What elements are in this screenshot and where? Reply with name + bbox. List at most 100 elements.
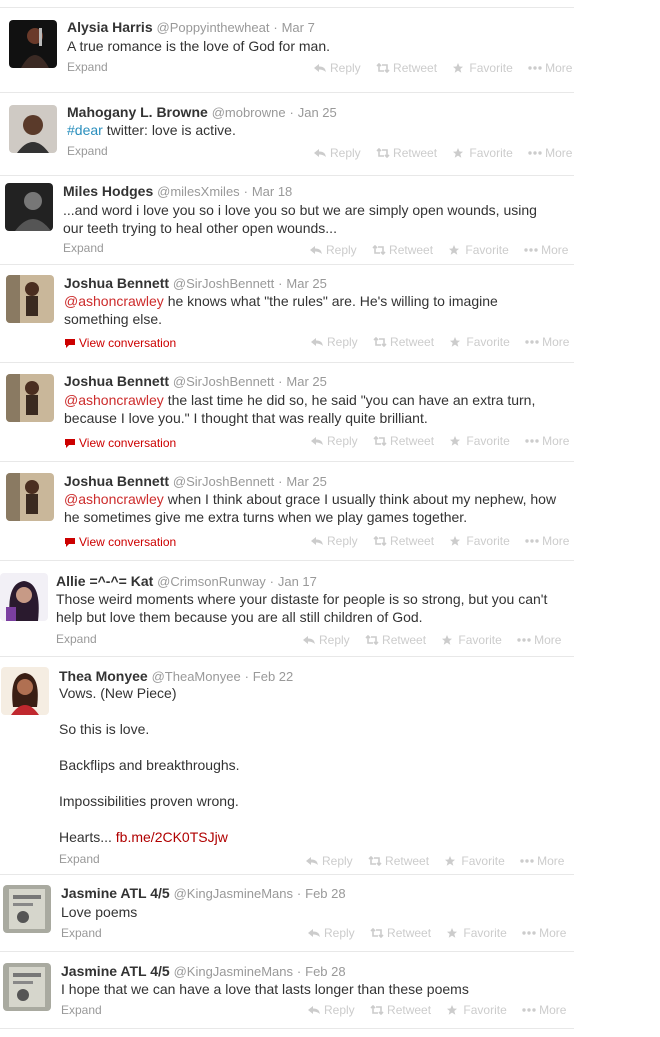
reply-button[interactable]: Reply	[313, 61, 361, 75]
tweet[interactable]: Mahogany L. Browne @mobrowne · Jan 25 #d…	[0, 93, 574, 176]
more-button[interactable]: More	[525, 335, 569, 349]
expand-link[interactable]: Expand	[56, 632, 97, 646]
avatar[interactable]	[1, 667, 49, 715]
user-name[interactable]: Mahogany L. Browne	[67, 104, 208, 120]
view-conversation-link[interactable]: View conversation	[64, 535, 176, 549]
avatar[interactable]	[3, 885, 51, 933]
avatar[interactable]	[6, 275, 54, 323]
more-button[interactable]: More	[525, 534, 569, 548]
avatar[interactable]	[0, 573, 48, 621]
user-name[interactable]: Joshua Bennett	[64, 373, 169, 389]
tweet[interactable]: Jasmine ATL 4/5 @KingJasmineMans · Feb 2…	[0, 875, 574, 952]
view-conversation-link[interactable]: View conversation	[64, 436, 176, 450]
reply-button[interactable]: Reply	[310, 434, 358, 448]
expand-link[interactable]: Expand	[61, 1003, 102, 1017]
more-button[interactable]: More	[528, 61, 572, 75]
retweet-button[interactable]: Retweet	[373, 434, 434, 448]
favorite-button[interactable]: Favorite	[449, 434, 510, 448]
user-handle[interactable]: @SirJoshBennett	[173, 374, 274, 389]
retweet-button[interactable]: Retweet	[373, 335, 434, 349]
favorite-button[interactable]: Favorite	[444, 854, 505, 868]
favorite-button[interactable]: Favorite	[449, 534, 510, 548]
expand-link[interactable]: Expand	[63, 241, 104, 255]
mention-link[interactable]: @ashoncrawley	[64, 491, 164, 507]
more-button[interactable]: More	[522, 1003, 566, 1017]
reply-button[interactable]: Reply	[309, 243, 357, 257]
user-name[interactable]: Allie =^-^= Kat	[56, 573, 153, 589]
timestamp[interactable]: Feb 28	[305, 886, 345, 901]
tweet[interactable]: Miles Hodges @milesXmiles · Mar 18 ...an…	[0, 176, 574, 265]
retweet-button[interactable]: Retweet	[372, 243, 433, 257]
tweet[interactable]: Joshua Bennett @SirJoshBennett · Mar 25 …	[0, 462, 574, 561]
reply-button[interactable]: Reply	[307, 1003, 355, 1017]
hashtag-link[interactable]: #dear	[67, 122, 103, 138]
user-name[interactable]: Jasmine ATL 4/5	[61, 963, 170, 979]
expand-link[interactable]: Expand	[59, 852, 100, 866]
retweet-button[interactable]: Retweet	[373, 534, 434, 548]
more-button[interactable]: More	[522, 926, 566, 940]
more-button[interactable]: More	[520, 854, 564, 868]
timestamp[interactable]: Feb 28	[305, 964, 345, 979]
favorite-button[interactable]: Favorite	[448, 243, 509, 257]
tweet[interactable]: Joshua Bennett @SirJoshBennett · Mar 25 …	[0, 265, 574, 363]
timestamp[interactable]: Mar 25	[286, 474, 326, 489]
more-button[interactable]: More	[525, 434, 569, 448]
avatar[interactable]	[9, 105, 57, 153]
reply-button[interactable]: Reply	[313, 146, 361, 160]
more-button[interactable]: More	[517, 633, 561, 647]
retweet-button[interactable]: Retweet	[370, 1003, 431, 1017]
reply-button[interactable]: Reply	[305, 854, 353, 868]
view-conversation-link[interactable]: View conversation	[64, 336, 176, 350]
user-handle[interactable]: @KingJasmineMans	[174, 964, 293, 979]
tweet[interactable]: Allie =^-^= Kat @CrimsonRunway · Jan 17 …	[0, 561, 574, 657]
timestamp[interactable]: Mar 7	[282, 20, 315, 35]
timestamp[interactable]: Mar 25	[286, 374, 326, 389]
timestamp[interactable]: Mar 25	[286, 276, 326, 291]
expand-link[interactable]: Expand	[61, 926, 102, 940]
timestamp[interactable]: Jan 25	[298, 105, 337, 120]
mention-link[interactable]: @ashoncrawley	[64, 293, 164, 309]
avatar[interactable]	[6, 374, 54, 422]
tweet[interactable]: Thea Monyee @TheaMonyee · Feb 22 Vows. (…	[0, 657, 574, 875]
user-handle[interactable]: @TheaMonyee	[152, 669, 241, 684]
retweet-button[interactable]: Retweet	[368, 854, 429, 868]
user-handle[interactable]: @mobrowne	[212, 105, 286, 120]
retweet-button[interactable]: Retweet	[365, 633, 426, 647]
reply-button[interactable]: Reply	[310, 335, 358, 349]
tweet[interactable]: Jasmine ATL 4/5 @KingJasmineMans · Feb 2…	[0, 952, 574, 1029]
timestamp[interactable]: Feb 22	[253, 669, 293, 684]
avatar[interactable]	[6, 473, 54, 521]
reply-button[interactable]: Reply	[302, 633, 350, 647]
external-link[interactable]: fb.me/2CK0TSJjw	[116, 829, 228, 845]
tweet[interactable]: Alysia Harris @Poppyinthewheat · Mar 7 A…	[0, 8, 574, 93]
avatar[interactable]	[9, 20, 57, 68]
favorite-button[interactable]: Favorite	[446, 1003, 507, 1017]
user-handle[interactable]: @SirJoshBennett	[173, 276, 274, 291]
user-handle[interactable]: @CrimsonRunway	[157, 574, 266, 589]
retweet-button[interactable]: Retweet	[376, 61, 437, 75]
favorite-button[interactable]: Favorite	[441, 633, 502, 647]
timestamp[interactable]: Jan 17	[278, 574, 317, 589]
expand-link[interactable]: Expand	[67, 144, 108, 158]
retweet-button[interactable]: Retweet	[370, 926, 431, 940]
user-name[interactable]: Joshua Bennett	[64, 473, 169, 489]
user-name[interactable]: Jasmine ATL 4/5	[61, 885, 170, 901]
more-button[interactable]: More	[528, 146, 572, 160]
favorite-button[interactable]: Favorite	[446, 926, 507, 940]
user-name[interactable]: Miles Hodges	[63, 183, 153, 199]
reply-button[interactable]: Reply	[307, 926, 355, 940]
retweet-button[interactable]: Retweet	[376, 146, 437, 160]
more-button[interactable]: More	[524, 243, 568, 257]
expand-link[interactable]: Expand	[67, 60, 108, 74]
user-handle[interactable]: @milesXmiles	[157, 184, 240, 199]
user-handle[interactable]: @Poppyinthewheat	[157, 20, 270, 35]
mention-link[interactable]: @ashoncrawley	[64, 392, 164, 408]
avatar[interactable]	[3, 963, 51, 1011]
user-handle[interactable]: @KingJasmineMans	[174, 886, 293, 901]
favorite-button[interactable]: Favorite	[449, 335, 510, 349]
avatar[interactable]	[5, 183, 53, 231]
reply-button[interactable]: Reply	[310, 534, 358, 548]
tweet[interactable]: Joshua Bennett @SirJoshBennett · Mar 25 …	[0, 363, 574, 462]
user-name[interactable]: Alysia Harris	[67, 19, 153, 35]
timestamp[interactable]: Mar 18	[252, 184, 292, 199]
